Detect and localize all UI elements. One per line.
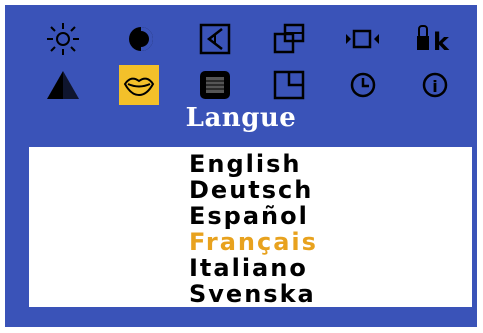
language-list: English Deutsch Español Français Italian… xyxy=(189,151,318,307)
info-icon-letter: i xyxy=(432,77,437,96)
icon-grid: k i xyxy=(43,19,463,111)
lock-icon-letter: k xyxy=(433,28,450,56)
h-position-icon[interactable] xyxy=(195,19,235,59)
osd-menu: k i Langue English Deutsch Español Franç… xyxy=(5,5,477,327)
section-title: Langue xyxy=(185,103,297,133)
color-icon[interactable] xyxy=(195,65,235,105)
info-icon[interactable]: i xyxy=(415,65,455,105)
language-option-espanol[interactable]: Español xyxy=(189,203,318,229)
language-option-deutsch[interactable]: Deutsch xyxy=(189,177,318,203)
contrast-icon[interactable] xyxy=(121,19,161,59)
language-option-svenska[interactable]: Svenska xyxy=(189,281,318,307)
language-icon[interactable] xyxy=(119,65,159,105)
size-icon[interactable] xyxy=(269,19,309,59)
language-panel: English Deutsch Español Français Italian… xyxy=(29,147,472,307)
language-option-english[interactable]: English xyxy=(189,151,318,177)
language-option-francais[interactable]: Français xyxy=(189,229,318,255)
timer-icon[interactable] xyxy=(343,65,383,105)
input-source-icon[interactable] xyxy=(343,19,383,59)
lock-icon[interactable]: k xyxy=(415,19,455,59)
brightness-icon[interactable] xyxy=(43,19,83,59)
window-position-icon[interactable] xyxy=(269,65,309,105)
language-option-italiano[interactable]: Italiano xyxy=(189,255,318,281)
sharpness-icon[interactable] xyxy=(43,65,83,105)
